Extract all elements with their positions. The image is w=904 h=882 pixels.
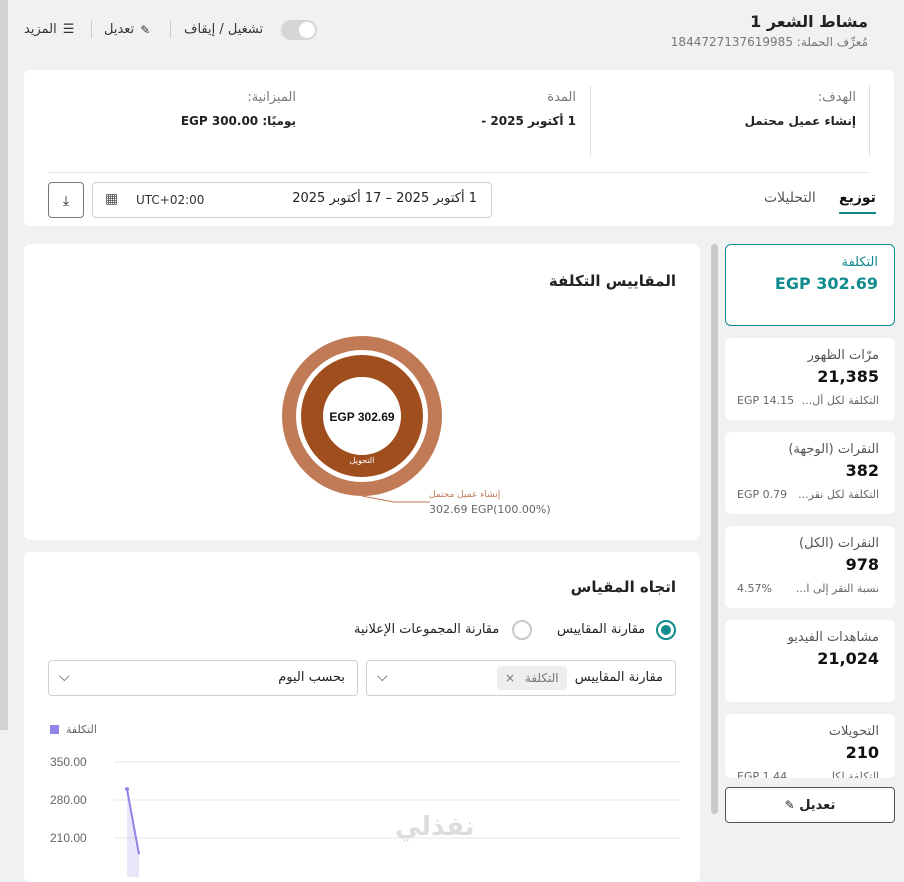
date-range-picker[interactable]: ▦ UTC+02:00 1 أكتوبر 2025 – 17 أكتوبر 20… <box>92 182 492 218</box>
left-scrollbar[interactable] <box>0 0 8 730</box>
download-button[interactable]: ⤓ <box>48 182 84 218</box>
more-label: المزيد <box>24 22 57 37</box>
budget-value: يوميًا: EGP 300.00 <box>180 114 296 128</box>
data-point <box>125 787 129 792</box>
donut-center-value: EGP 302.69 <box>329 410 394 424</box>
budget-label: الميزانية: <box>247 90 296 105</box>
edit-metrics-button[interactable]: تعديل ✎ <box>725 787 895 823</box>
metric-title: النقرات (الكل) <box>799 536 879 551</box>
metric-title: النقرات (الوجهة) <box>788 442 879 457</box>
granularity-select[interactable]: ⌵ بحسب اليوم <box>48 660 358 696</box>
metric-value: 21,024 <box>817 649 879 668</box>
duration-label: المدة <box>547 90 576 105</box>
divider <box>170 20 171 38</box>
duration-value: 1 أكتوبر 2025 - <box>481 114 576 128</box>
edit-header-button[interactable]: تعديل ✎ <box>104 22 150 37</box>
legend-swatch <box>50 725 59 734</box>
metric-title: التكلفة <box>841 255 878 270</box>
metric-card-impressions[interactable]: مرّات الظهور 21,385 التكلفة لكل أل... EG… <box>725 338 895 420</box>
metric-title: مرّات الظهور <box>807 348 879 363</box>
date-range-text: 1 أكتوبر 2025 – 17 أكتوبر 2025 <box>292 191 477 206</box>
edit-label: تعديل <box>799 798 836 813</box>
metric-select-label: مقارنة المقاييس <box>574 670 663 685</box>
metric-value: 382 <box>845 461 879 480</box>
page-title: مشاط الشعر 1 <box>750 12 868 31</box>
metric-select[interactable]: ⌵ مقارنة المقاييس التكلفة × <box>366 660 676 696</box>
campaign-toggle[interactable] <box>281 20 317 40</box>
metric-value: 21,385 <box>817 367 879 386</box>
metric-title: مشاهدات الفيديو <box>787 630 879 645</box>
toggle-label: تشغيل / إيقاف <box>184 22 264 37</box>
metric-sub: نسبة النقر إلى ا... 4.57% <box>737 582 879 595</box>
donut-inner-label: التحويل <box>350 456 375 465</box>
y-tick-label: 280.00 <box>50 793 87 807</box>
calendar-icon: ▦ <box>105 191 119 207</box>
metric-value: 978 <box>845 555 879 574</box>
metric-chip[interactable]: التكلفة × <box>497 666 567 690</box>
close-icon[interactable]: × <box>505 671 515 685</box>
metric-trend-card: اتجاه المقياس مقارنة المقاييس مقارنة الم… <box>24 552 700 882</box>
trend-line-chart: 350.00 280.00 210.00 <box>50 755 680 877</box>
compare-adsets-radio[interactable] <box>512 620 532 640</box>
compare-metrics-radio[interactable] <box>656 620 676 640</box>
divider <box>48 172 870 173</box>
y-tick-label: 350.00 <box>50 755 87 769</box>
compare-adsets-label: مقارنة المجموعات الإعلانية <box>354 622 500 637</box>
goal-label: الهدف: <box>817 90 856 105</box>
campaign-id: مُعرِّف الحملة: 1844727137619985 <box>670 35 868 49</box>
metric-card-link-clicks[interactable]: النقرات (الوجهة) 382 التكلفة لكل نقر... … <box>725 432 895 514</box>
cost-metrics-card: المقاييس التكلفة EGP 302.69 التحويل إنشا… <box>24 244 700 540</box>
edit-label: تعديل <box>104 22 135 37</box>
watermark: نفذلي <box>395 812 475 842</box>
trend-title: اتجاه المقياس <box>570 578 676 596</box>
sidebar-scrollbar[interactable] <box>711 244 718 814</box>
compare-metrics-label: مقارنة المقاييس <box>557 622 646 637</box>
goal-value: إنشاء عميل محتمل <box>744 114 856 128</box>
more-button[interactable]: المزيد ☰ <box>24 22 74 37</box>
tab-distribution[interactable]: توزيع <box>839 190 876 214</box>
summary-card: الهدف: إنشاء عميل محتمل المدة 1 أكتوبر 2… <box>24 70 894 226</box>
divider <box>869 86 870 156</box>
pencil-icon: ✎ <box>784 798 795 812</box>
metric-sub: التكلفة لكل... EGP 1.44 <box>737 770 879 778</box>
callout-value: 302.69 EGP(100.00%) <box>429 503 551 516</box>
metric-card-video-views[interactable]: مشاهدات الفيديو 21,024 <box>725 620 895 702</box>
callout-name: إنشاء عميل محتمل <box>429 490 501 500</box>
granularity-label: بحسب اليوم <box>278 670 345 685</box>
divider <box>590 86 591 156</box>
metric-card-cost[interactable]: التكلفة EGP 302.69 <box>725 244 895 326</box>
timezone: UTC+02:00 <box>136 193 205 207</box>
divider <box>91 20 92 38</box>
metric-card-conversions[interactable]: التحويلات 210 التكلفة لكل... EGP 1.44 <box>725 714 895 778</box>
chevron-down-icon: ⌵ <box>377 669 388 685</box>
download-icon: ⤓ <box>62 193 70 209</box>
callout-line <box>361 495 430 503</box>
metric-value: 210 <box>845 743 879 762</box>
chevron-down-icon: ⌵ <box>59 669 70 685</box>
metric-title: التحويلات <box>828 724 879 739</box>
metric-card-all-clicks[interactable]: النقرات (الكل) 978 نسبة النقر إلى ا... 4… <box>725 526 895 608</box>
metric-chip-label: التكلفة <box>524 671 559 685</box>
metric-value: EGP 302.69 <box>774 274 878 293</box>
metric-sub: التكلفة لكل أل... EGP 14.15 <box>737 394 879 407</box>
menu-icon: ☰ <box>62 22 75 37</box>
y-tick-label: 210.00 <box>50 831 87 845</box>
legend-label: التكلفة <box>66 723 97 736</box>
cost-donut-chart: EGP 302.69 التحويل <box>282 336 442 496</box>
metric-sub: التكلفة لكل نقر... EGP 0.79 <box>737 488 879 501</box>
tab-analytics[interactable]: التحليلات <box>764 190 816 206</box>
cost-metrics-title: المقاييس التكلفة <box>548 272 676 290</box>
pencil-icon: ✎ <box>140 22 151 37</box>
